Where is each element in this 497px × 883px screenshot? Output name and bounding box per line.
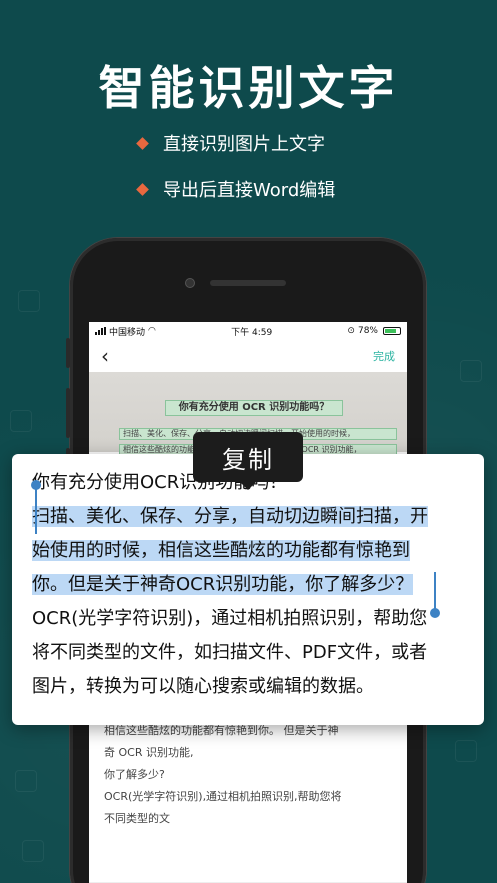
text-line: 你了解多少? (104, 768, 165, 781)
selection-end-handle[interactable] (430, 572, 440, 618)
battery-icon (382, 327, 401, 335)
mute-switch (66, 338, 70, 368)
volume-up-button (66, 388, 70, 438)
feature-label: 导出后直接Word编辑 (163, 180, 336, 201)
text-selection-popup[interactable]: 你有充分使用OCR识别功能吗？ 扫描、美化、保存、分享，自动切边瞬间扫描，开 始… (12, 454, 484, 725)
diamond-bullet-icon (136, 136, 149, 150)
nav-bar: ‹ 完成 (89, 340, 407, 372)
battery-percent: 78% (357, 326, 378, 336)
text-line: 奇 OCR 识别功能, (104, 746, 194, 759)
decor-icon (15, 770, 37, 792)
rotation-lock-icon: ⊙ (347, 326, 355, 336)
popup-line: OCR(光学字符识别)，通过相机拍照识别，帮助您 (32, 608, 428, 629)
selected-line[interactable]: 扫描、美化、保存、分享，自动切边瞬间扫描，开 (32, 500, 464, 534)
headline: 智能识别文字 (98, 61, 399, 115)
decor-icon (10, 410, 32, 432)
selection-start-handle[interactable] (31, 480, 41, 534)
decor-icon (22, 840, 44, 862)
feature-item: 直接识别图片上文字 (136, 130, 325, 156)
front-camera (185, 278, 195, 288)
doc-title: 你有充分使用 OCR 识别功能吗？ (165, 400, 343, 416)
decor-icon (455, 740, 477, 762)
feature-item: 导出后直接Word编辑 (136, 176, 336, 202)
selected-line[interactable]: 始使用的时候，相信这些酷炫的功能都有惊艳到 (32, 534, 464, 568)
popup-line: 图片，转换为可以随心搜索或编辑的数据。 (32, 676, 374, 697)
status-time: 下午 4:59 (231, 327, 273, 338)
wifi-icon: ◠ (148, 326, 156, 336)
recognized-text-area[interactable]: 相信这些酷炫的功能都有惊艳到你。 但是关于神 奇 OCR 识别功能, 你了解多少… (89, 720, 407, 830)
status-bar: 中国移动 ◠ 下午 4:59 ⊙ 78% (89, 322, 407, 340)
diamond-bullet-icon (136, 182, 149, 196)
done-button[interactable]: 完成 (373, 348, 395, 364)
feature-label: 直接识别图片上文字 (163, 134, 325, 155)
copy-button[interactable]: 复制 (193, 432, 303, 490)
signal-icon (95, 327, 106, 335)
decor-icon (460, 360, 482, 382)
earpiece-speaker (210, 280, 286, 286)
selected-line[interactable]: 你。但是关于神奇OCR识别功能，你了解多少？ (32, 568, 464, 602)
decor-icon (18, 290, 40, 312)
carrier-label: 中国移动 (109, 327, 146, 338)
popup-line: 将不同类型的文件，如扫描文件、PDF文件，或者 (32, 642, 428, 663)
text-line: OCR(光学字符识别),通过相机拍照识别,帮助您将 (104, 790, 342, 803)
text-line: 不同类型的文 (104, 812, 170, 825)
chevron-left-icon[interactable]: ‹ (101, 346, 109, 366)
